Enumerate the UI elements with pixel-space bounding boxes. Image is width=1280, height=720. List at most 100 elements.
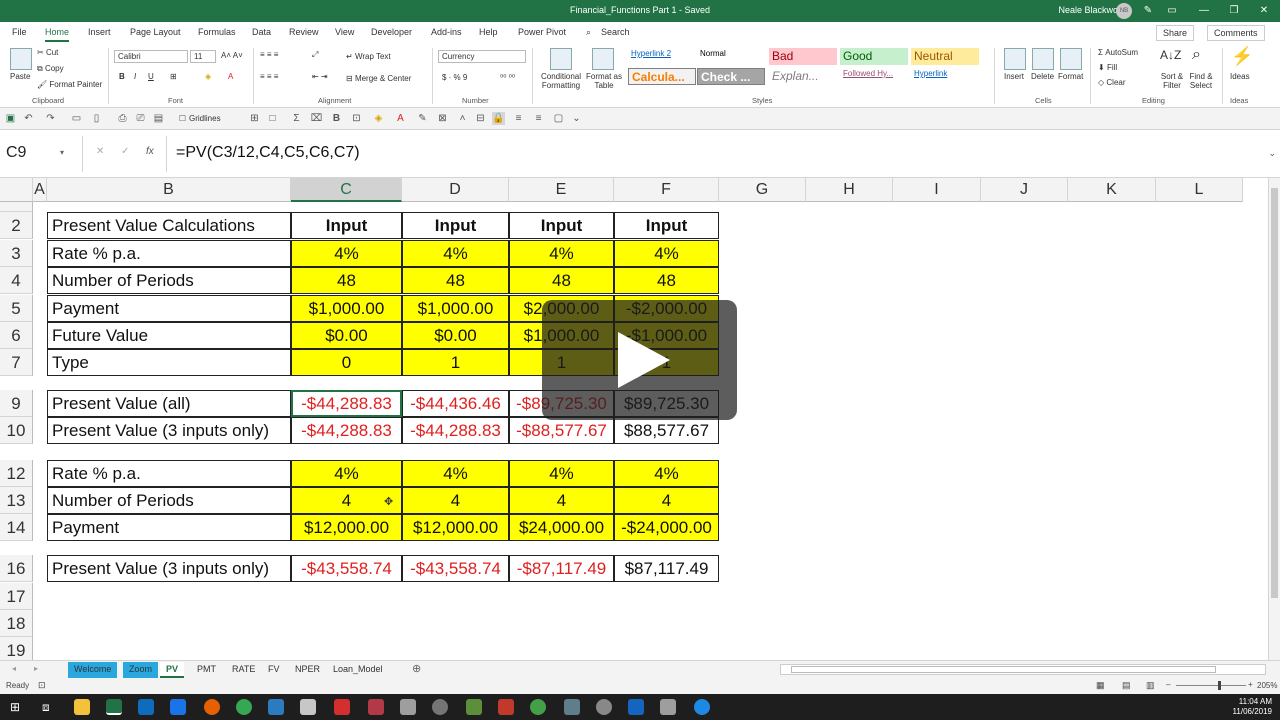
row-header-19[interactable]: 19 bbox=[0, 637, 33, 660]
conditional-formatting-icon[interactable] bbox=[550, 48, 572, 70]
column-header-j[interactable]: J bbox=[981, 178, 1068, 202]
cell-b12[interactable]: Rate % p.a. bbox=[47, 460, 291, 487]
borders-icon[interactable]: ⊞ bbox=[170, 72, 177, 81]
autosum-button[interactable]: Σ AutoSum bbox=[1098, 48, 1138, 57]
cell-style-option[interactable]: Check ... bbox=[697, 68, 765, 85]
sheet-tab-pmt[interactable]: PMT bbox=[191, 662, 222, 678]
cell-style-option[interactable]: Hyperlink 2 bbox=[628, 48, 696, 65]
search-box[interactable]: Search bbox=[601, 27, 630, 37]
column-header-i[interactable]: I bbox=[893, 178, 981, 202]
avatar[interactable]: NB bbox=[1116, 3, 1132, 19]
currency-icon[interactable]: $ · % 9 bbox=[442, 73, 467, 82]
tools-icon[interactable]: ✎ bbox=[416, 112, 429, 125]
cell-b6[interactable]: Future Value bbox=[47, 322, 291, 349]
row-header-18[interactable]: 18 bbox=[0, 610, 33, 637]
zoom-level[interactable]: 205% bbox=[1257, 681, 1277, 690]
row-header-partial[interactable] bbox=[0, 202, 33, 212]
cell-d5[interactable]: $1,000.00 bbox=[402, 295, 509, 322]
sheet-tab-nper[interactable]: NPER bbox=[289, 662, 326, 678]
ideas-button[interactable]: Ideas bbox=[1230, 72, 1250, 81]
underline-icon[interactable]: U bbox=[148, 72, 154, 81]
format-table-button[interactable]: Format as Table bbox=[586, 72, 622, 90]
cell-b13[interactable]: Number of Periods bbox=[47, 487, 291, 514]
row-header-2[interactable]: 2 bbox=[0, 212, 33, 239]
find-select-button[interactable]: Find & Select bbox=[1186, 72, 1216, 90]
save-icon[interactable]: ▣ bbox=[4, 112, 17, 125]
preview-icon[interactable]: ⎚ bbox=[134, 112, 147, 125]
column-header-f[interactable]: F bbox=[614, 178, 719, 202]
expand-icon[interactable]: ⌄ bbox=[1268, 148, 1276, 159]
number-format-select[interactable]: Currency bbox=[438, 50, 526, 63]
cell-d2[interactable]: Input bbox=[402, 212, 509, 239]
zoom-slider[interactable] bbox=[1176, 681, 1246, 690]
excel-icon[interactable] bbox=[106, 699, 122, 715]
edit-icon[interactable]: ⊠ bbox=[436, 112, 449, 125]
undo-icon[interactable]: ↶ bbox=[22, 112, 35, 125]
cell-c2[interactable]: Input bbox=[291, 212, 402, 239]
cell-e10[interactable]: -$88,577.67 bbox=[509, 417, 614, 444]
minimize-icon[interactable]: — bbox=[1196, 3, 1212, 19]
sum-icon[interactable]: Σ bbox=[290, 112, 303, 125]
cell-d4[interactable]: 48 bbox=[402, 267, 509, 294]
cell-d3[interactable]: 4% bbox=[402, 240, 509, 267]
insert-cells-button[interactable]: Insert bbox=[1004, 72, 1024, 81]
format-table-icon[interactable] bbox=[592, 48, 614, 70]
tab-help[interactable]: Help bbox=[479, 27, 498, 37]
chevron-down-icon[interactable]: ▾ bbox=[60, 148, 64, 157]
scroll-thumb[interactable] bbox=[791, 666, 1216, 673]
tab-developer[interactable]: Developer bbox=[371, 27, 412, 37]
cell-d9[interactable]: -$44,436.46 bbox=[402, 390, 509, 417]
sheet-tab-pv[interactable]: PV bbox=[160, 662, 185, 678]
column-header-h[interactable]: H bbox=[806, 178, 893, 202]
cell-c14[interactable]: $12,000.00 bbox=[291, 514, 402, 541]
cell-f14[interactable]: -$24,000.00 bbox=[614, 514, 719, 541]
align-center-icon[interactable]: ≡ bbox=[532, 112, 545, 125]
outlook-icon[interactable] bbox=[138, 699, 154, 715]
share-button[interactable]: Share bbox=[1156, 25, 1195, 41]
outline-icon[interactable]: □ bbox=[266, 112, 279, 125]
format-cells-button[interactable]: Format bbox=[1058, 72, 1083, 81]
tab-file[interactable]: File bbox=[12, 27, 27, 37]
grow-font-icon[interactable]: A˄ A˅ bbox=[221, 51, 243, 60]
cell-style-option[interactable]: Hyperlink bbox=[911, 68, 979, 85]
cell-f13[interactable]: 4 bbox=[614, 487, 719, 514]
gridlines-checkbox[interactable]: ☐ bbox=[176, 112, 189, 125]
close-icon[interactable]: ✕ bbox=[1256, 3, 1272, 19]
search-icon[interactable]: ⌕ bbox=[586, 27, 591, 38]
merge-center-button[interactable]: ⊟ Merge & Center bbox=[346, 74, 411, 83]
paste-special-icon[interactable]: ▢ bbox=[552, 112, 565, 125]
row-header-16[interactable]: 16 bbox=[0, 555, 33, 582]
restore-icon[interactable]: ❐ bbox=[1226, 3, 1242, 19]
format-icon[interactable]: ⊡ bbox=[350, 112, 363, 125]
cell-e14[interactable]: $24,000.00 bbox=[509, 514, 614, 541]
sort-filter-icon[interactable]: A↓Z bbox=[1160, 48, 1181, 62]
cell-b10[interactable]: Present Value (3 inputs only) bbox=[47, 417, 291, 444]
pen-icon[interactable]: ✎ bbox=[1140, 3, 1156, 19]
align-top-icon[interactable]: ≡ ≡ ≡ bbox=[260, 50, 278, 59]
borders-icon[interactable]: ⊞ bbox=[248, 112, 261, 125]
insert-cells-icon[interactable] bbox=[1004, 48, 1026, 70]
open-icon[interactable]: ▭ bbox=[70, 112, 83, 125]
cell-style-option[interactable]: Good bbox=[840, 48, 908, 65]
lock-icon[interactable]: 🔒 bbox=[492, 112, 505, 125]
bold-icon[interactable]: B bbox=[330, 112, 343, 125]
cell-d7[interactable]: 1 bbox=[402, 349, 509, 376]
add-sheet-icon[interactable]: ⊕ bbox=[412, 662, 421, 675]
clock[interactable]: 11:04 AM 11/06/2019 bbox=[1233, 697, 1272, 717]
cell-e13[interactable]: 4 bbox=[509, 487, 614, 514]
cell-d12[interactable]: 4% bbox=[402, 460, 509, 487]
fill-color-icon[interactable]: ◈ bbox=[205, 72, 211, 81]
app-icon[interactable] bbox=[564, 699, 580, 715]
comments-button[interactable]: Comments bbox=[1207, 25, 1265, 41]
column-header-c[interactable]: C bbox=[291, 178, 402, 202]
cell-d14[interactable]: $12,000.00 bbox=[402, 514, 509, 541]
row-header-10[interactable]: 10 bbox=[0, 417, 33, 444]
app-icon[interactable] bbox=[530, 699, 546, 715]
cell-b16[interactable]: Present Value (3 inputs only) bbox=[47, 555, 291, 582]
select-all-corner[interactable] bbox=[0, 178, 33, 202]
cell-e4[interactable]: 48 bbox=[509, 267, 614, 294]
row-header-4[interactable]: 4 bbox=[0, 267, 33, 294]
sort-filter-button[interactable]: Sort & Filter bbox=[1158, 72, 1186, 90]
cell-f4[interactable]: 48 bbox=[614, 267, 719, 294]
cell-d13[interactable]: 4 bbox=[402, 487, 509, 514]
